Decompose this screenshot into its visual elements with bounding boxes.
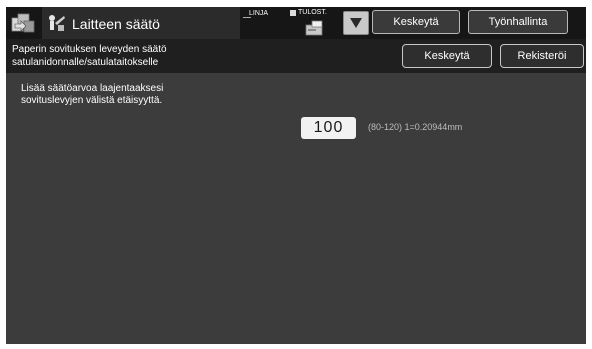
instruction-line1: Lisää säätöarvoa laajentaaksesi: [21, 83, 164, 94]
print-status-indicator: [290, 10, 296, 16]
value-range-hint: (80-120) 1=0.20944mm: [368, 122, 463, 132]
line-status-label: LINJA: [249, 10, 269, 17]
job-status-button[interactable]: Työnhallinta: [468, 10, 568, 34]
top-bar: Laitteen säätö LINJA TULOST. Keskeytä Ty…: [6, 7, 586, 40]
screen-title: Paperin sovituksen leveyden säätö satula…: [12, 43, 167, 69]
status-dropdown-button[interactable]: [343, 11, 369, 35]
adjustment-value-field[interactable]: 100: [301, 117, 356, 139]
page-title: Laitteen säätö: [72, 16, 160, 32]
print-status-label: TULOST.: [298, 9, 327, 16]
interrupt-button[interactable]: Keskeytä: [372, 10, 460, 34]
instruction-line2: sovituslevyjen välistä etäisyyttä.: [21, 95, 163, 106]
printer-icon: [305, 20, 323, 36]
register-button[interactable]: Rekisteröi: [500, 44, 584, 68]
cancel-button[interactable]: Keskeytä: [402, 44, 492, 68]
device-screen: Laitteen säätö LINJA TULOST. Keskeytä Ty…: [6, 7, 586, 344]
adjust-icon: [49, 15, 65, 31]
screen-title-line2: satulanidonnalle/satulataitokselle: [12, 57, 159, 68]
home-icon: [11, 13, 35, 33]
line-status-indicator: [243, 17, 251, 18]
triangle-down-icon: [350, 18, 362, 28]
home-button[interactable]: [8, 10, 38, 36]
sub-header: Paperin sovituksen leveyden säätö satula…: [6, 39, 586, 73]
screen-title-line1: Paperin sovituksen leveyden säätö: [12, 44, 167, 55]
print-status: TULOST.: [290, 8, 342, 38]
line-status: LINJA: [243, 10, 283, 36]
title-area: Laitteen säätö: [42, 7, 240, 40]
instruction-text: Lisää säätöarvoa laajentaaksesi sovitusl…: [21, 83, 163, 107]
